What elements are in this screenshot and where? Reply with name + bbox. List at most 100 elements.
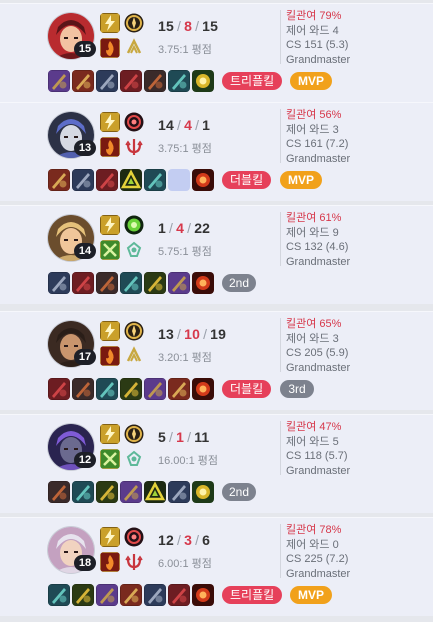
trinket-item-icon[interactable] (192, 481, 214, 503)
kda-score: 5/1/11 (158, 429, 209, 445)
chest-item-icon[interactable] (96, 272, 118, 294)
match-stats: 킬관여 65% 제어 와드 3 CS 205 (5.9) Grandmaster (286, 317, 350, 375)
kda-separator: / (176, 532, 182, 548)
flash-spell-icon[interactable] (100, 527, 120, 547)
stats-divider (280, 212, 281, 266)
spear-item-icon[interactable] (144, 169, 166, 191)
gauntlet-item-icon[interactable] (120, 70, 142, 92)
oracle-trinket-icon[interactable] (192, 169, 214, 191)
ignite-spell-icon[interactable] (100, 552, 120, 572)
match-card[interactable]: 17 13/10/19 3.20:1 평점 킬관여 65% 제어 와드 3 CS 205 … (0, 311, 433, 410)
cannon-item-icon[interactable] (120, 378, 142, 400)
flash-spell-icon[interactable] (100, 13, 120, 33)
ignite-spell-icon[interactable] (100, 38, 120, 58)
lethal-tempo-rune-icon[interactable] (124, 424, 144, 444)
deaths-value: 4 (184, 117, 193, 133)
deaths-value: 4 (176, 220, 185, 236)
deaths-value: 3 (184, 532, 193, 548)
wand-item-icon[interactable] (48, 481, 70, 503)
match-stats: 킬관여 79% 제어 와드 4 CS 151 (5.3) Grandmaster (286, 9, 350, 67)
match-stats: 킬관여 47% 제어 와드 5 CS 118 (5.7) Grandmaster (286, 420, 350, 478)
kda-ratio: 6.00:1 평점 (158, 558, 212, 570)
domination-tree-icon[interactable] (124, 137, 144, 157)
control-wards: 제어 와드 9 (286, 226, 339, 239)
orb-item-icon[interactable] (168, 584, 190, 606)
blade-item-icon[interactable] (96, 584, 118, 606)
stats-divider (280, 524, 281, 578)
hammer-item-icon[interactable] (120, 481, 142, 503)
cloak-item-icon[interactable] (48, 378, 70, 400)
exhaust-spell-icon[interactable] (100, 240, 120, 260)
triangle-item-icon[interactable] (144, 481, 166, 503)
champion-level-badge: 17 (74, 349, 96, 365)
kills-value: 13 (158, 326, 174, 342)
helm-item-icon[interactable] (168, 481, 190, 503)
hammer-item-icon[interactable] (144, 378, 166, 400)
rank-badge: 2nd (222, 483, 256, 501)
kda-score: 15/8/15 (158, 18, 218, 34)
relic-item-icon[interactable] (120, 272, 142, 294)
flash-spell-icon[interactable] (100, 215, 120, 235)
match-card[interactable]: 18 12/3/6 6.00:1 평점 킬관여 78% 제어 와드 0 CS 225 (7… (0, 517, 433, 616)
creep-score: CS 225 (7.2) (286, 553, 349, 565)
ignite-spell-icon[interactable] (100, 137, 120, 157)
deaths-value: 10 (184, 326, 201, 342)
tome-item-icon[interactable] (72, 272, 94, 294)
resolve-tree-icon[interactable] (124, 240, 144, 260)
bow-item-icon[interactable] (72, 70, 94, 92)
empty-slot[interactable] (168, 169, 190, 191)
stats-divider (280, 318, 281, 372)
precision-tree-icon[interactable] (124, 346, 144, 366)
match-card[interactable]: 13 14/4/1 3.75:1 평점 킬관여 56% 제어 와드 3 CS 161 (7… (0, 102, 433, 201)
oracle-trinket-icon[interactable] (192, 272, 214, 294)
gem-item-icon[interactable] (144, 584, 166, 606)
conqueror-rune-icon[interactable] (124, 13, 144, 33)
kill-participation: 킬관여 61% (286, 212, 342, 224)
precision-tree-icon[interactable] (124, 38, 144, 58)
resolve-tree-icon[interactable] (124, 449, 144, 469)
shield-item-icon[interactable] (96, 169, 118, 191)
dagger-item-icon[interactable] (72, 169, 94, 191)
sword-item-icon[interactable] (48, 169, 70, 191)
chest-item-icon[interactable] (96, 481, 118, 503)
triangle-item-icon[interactable] (120, 169, 142, 191)
oracle-trinket-icon[interactable] (192, 584, 214, 606)
armor-item-icon[interactable] (168, 70, 190, 92)
lethal-tempo-rune-icon[interactable] (124, 321, 144, 341)
kda-separator: / (176, 117, 182, 133)
bow-item-icon[interactable] (72, 584, 94, 606)
flash-spell-icon[interactable] (100, 321, 120, 341)
match-card[interactable]: 12 5/1/11 16.00:1 평점 킬관여 47% 제어 와드 5 CS 118 (… (0, 414, 433, 513)
assists-value: 19 (210, 326, 227, 342)
match-card[interactable]: 14 1/4/22 5.75:1 평점 킬관여 61% 제어 와드 9 CS 132 (4… (0, 205, 433, 304)
chalice-item-icon[interactable] (72, 481, 94, 503)
domination-tree-icon[interactable] (124, 552, 144, 572)
cleaver-item-icon[interactable] (120, 584, 142, 606)
staff-item-icon[interactable] (48, 584, 70, 606)
gem-item-icon[interactable] (144, 272, 166, 294)
plate-item-icon[interactable] (168, 272, 190, 294)
control-wards: 제어 와드 3 (286, 123, 339, 136)
match-card[interactable]: 15 15/8/15 3.75:1 평점 킬관여 79% 제어 와드 4 CS 151 (… (0, 3, 433, 102)
electrocute-rune-icon[interactable] (124, 112, 144, 132)
aftershock-rune-icon[interactable] (124, 215, 144, 235)
claw-item-icon[interactable] (144, 70, 166, 92)
oracle-trinket-icon[interactable] (192, 378, 214, 400)
boots-item-icon[interactable] (48, 272, 70, 294)
kda-ratio: 3.75:1 평점 (158, 44, 212, 56)
exhaust-spell-icon[interactable] (100, 449, 120, 469)
blade-item-icon[interactable] (48, 70, 70, 92)
claw-item-icon[interactable] (168, 378, 190, 400)
kda-separator: / (203, 326, 208, 342)
bow-item-icon[interactable] (72, 378, 94, 400)
cleaver-item-icon[interactable] (96, 70, 118, 92)
trinket-item-icon[interactable] (192, 70, 214, 92)
flash-spell-icon[interactable] (100, 424, 120, 444)
ignite-spell-icon[interactable] (100, 346, 120, 366)
electrocute-rune-icon[interactable] (124, 527, 144, 547)
kda-ratio: 5.75:1 평점 (158, 246, 212, 258)
kill-participation: 킬관여 56% (286, 109, 342, 121)
kda-score: 13/10/19 (158, 326, 226, 342)
blade-item-icon[interactable] (96, 378, 118, 400)
flash-spell-icon[interactable] (100, 112, 120, 132)
